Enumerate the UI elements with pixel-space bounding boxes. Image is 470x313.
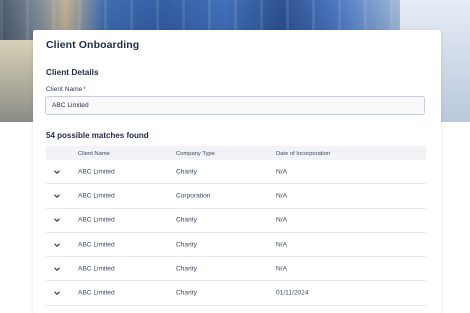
- column-header-client-name[interactable]: Client Name: [78, 151, 110, 157]
- client-name-input[interactable]: ABC Limited: [45, 96, 425, 115]
- table-header: Client Name Company Type Date of Incorpo…: [46, 146, 426, 160]
- table-row[interactable]: ABC Limited Corporation N/A: [46, 184, 426, 209]
- matches-table: Client Name Company Type Date of Incorpo…: [46, 146, 426, 306]
- row-company-type: Corporation: [176, 192, 211, 200]
- client-name-label-text: Client Name: [46, 86, 83, 93]
- table-row[interactable]: ABC Limited Charity 01/11/2024: [46, 281, 426, 306]
- chevron-down-icon[interactable]: [53, 241, 61, 249]
- table-row[interactable]: ABC Limited Charity N/A: [46, 257, 426, 282]
- page-title: Client Onboarding: [46, 39, 140, 51]
- row-client-name: ABC Limited: [78, 192, 115, 200]
- row-client-name: ABC Limited: [78, 168, 115, 176]
- row-company-type: Charity: [176, 216, 197, 224]
- row-date-of-incorporation: 01/11/2024: [276, 289, 309, 297]
- row-client-name: ABC Limited: [78, 289, 115, 297]
- required-marker: *: [83, 86, 86, 93]
- row-company-type: Charity: [176, 168, 197, 176]
- row-date-of-incorporation: N/A: [276, 168, 287, 176]
- row-date-of-incorporation: N/A: [276, 241, 287, 249]
- column-header-company-type[interactable]: Company Type: [176, 151, 215, 157]
- chevron-down-icon[interactable]: [53, 192, 61, 200]
- row-date-of-incorporation: N/A: [276, 265, 287, 273]
- table-row[interactable]: ABC Limited Charity N/A: [46, 233, 426, 258]
- section-title-client-details: Client Details: [46, 67, 99, 77]
- row-company-type: Charity: [176, 241, 197, 249]
- row-date-of-incorporation: N/A: [276, 192, 287, 200]
- column-header-date-of-incorporation[interactable]: Date of Incorporation: [276, 151, 330, 157]
- row-client-name: ABC Limited: [78, 241, 115, 249]
- chevron-down-icon[interactable]: [53, 216, 61, 224]
- chevron-down-icon[interactable]: [53, 168, 61, 176]
- onboarding-card: Client Onboarding Client Details Client …: [33, 30, 441, 313]
- client-name-label: Client Name*: [46, 86, 86, 93]
- row-company-type: Charity: [176, 289, 197, 297]
- row-client-name: ABC Limited: [78, 216, 115, 224]
- matches-summary: 54 possible matches found: [46, 131, 149, 140]
- chevron-down-icon[interactable]: [53, 265, 61, 273]
- row-client-name: ABC Limited: [78, 265, 115, 273]
- table-row[interactable]: ABC Limited Charity N/A: [46, 160, 426, 185]
- row-company-type: Charity: [176, 265, 197, 273]
- row-date-of-incorporation: N/A: [276, 216, 287, 224]
- table-row[interactable]: ABC Limited Charity N/A: [46, 209, 426, 233]
- chevron-down-icon[interactable]: [53, 289, 61, 297]
